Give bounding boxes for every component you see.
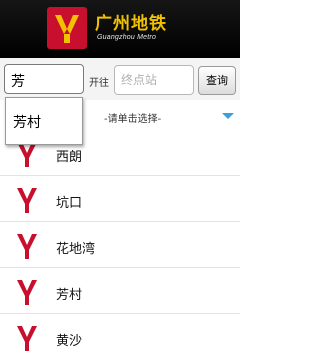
app-header: 广州地铁 Guangzhou Metro — [0, 0, 240, 58]
station-name: 芳村 — [56, 288, 83, 303]
station-row[interactable]: 黄沙 — [0, 316, 240, 360]
autocomplete-dropdown: 芳村 — [5, 97, 83, 145]
station-name: 黄沙 — [56, 334, 83, 349]
station-name: 西朗 — [56, 150, 83, 165]
query-button[interactable]: 查询 — [198, 66, 236, 95]
metro-y-icon — [17, 326, 37, 351]
metro-y-icon — [17, 234, 37, 259]
station-row[interactable]: 花地湾 — [0, 224, 240, 268]
dropdown-arrow-icon[interactable] — [222, 113, 234, 119]
to-station-input[interactable] — [114, 65, 194, 95]
metro-logo-icon — [47, 7, 87, 49]
app-title: 广州地铁 — [95, 14, 167, 34]
station-name: 坑口 — [56, 196, 83, 211]
app-subtitle: Guangzhou Metro — [97, 34, 157, 41]
station-row[interactable]: 坑口 — [0, 178, 240, 222]
to-label: 开往 — [89, 78, 109, 89]
suggestion-item[interactable]: 芳村 — [13, 112, 41, 132]
select-prompt: -请单击选择- — [104, 114, 162, 125]
station-row[interactable]: 芳村 — [0, 270, 240, 314]
from-station-input[interactable]: 芳 — [4, 64, 84, 94]
metro-y-icon — [17, 188, 37, 213]
station-name: 花地湾 — [56, 242, 96, 257]
metro-y-icon — [17, 280, 37, 305]
